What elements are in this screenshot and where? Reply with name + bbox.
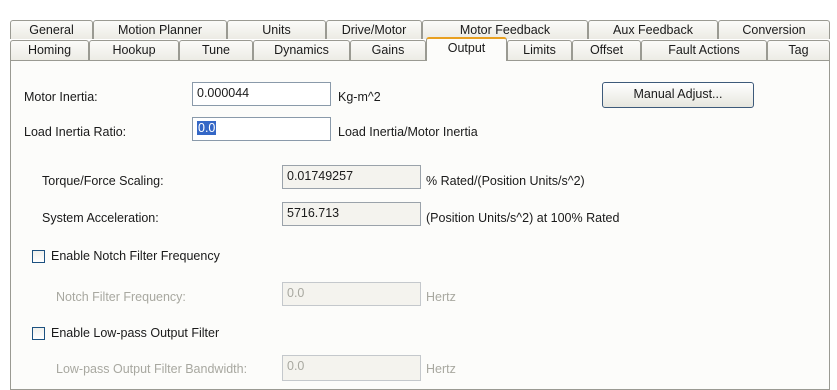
lowpass-bandwidth-value: 0.0 — [287, 359, 305, 373]
notch-filter-checkbox[interactable] — [32, 250, 45, 263]
manual-adjust-button[interactable]: Manual Adjust... — [602, 82, 754, 108]
load-inertia-ratio-value[interactable]: 0.0 — [197, 121, 217, 135]
system-acceleration-unit: (Position Units/s^2) at 100% Rated — [426, 211, 620, 225]
tab-row-top: General Motion Planner Units Drive/Motor… — [10, 20, 830, 40]
load-inertia-ratio-field[interactable]: 0.0 — [192, 117, 331, 141]
load-inertia-ratio-unit: Load Inertia/Motor Inertia — [338, 125, 478, 139]
lowpass-bandwidth-label: Low-pass Output Filter Bandwidth: — [56, 362, 248, 376]
torque-force-scaling-value: 0.01749257 — [287, 169, 354, 183]
notch-filter-checkbox-label[interactable]: Enable Notch Filter Frequency — [51, 248, 220, 264]
tab-drive-motor[interactable]: Drive/Motor — [326, 20, 422, 39]
tab-motion-planner[interactable]: Motion Planner — [93, 20, 227, 39]
tab-row-bottom: Homing Hookup Tune Dynamics Gains Output… — [10, 37, 830, 61]
tab-dynamics[interactable]: Dynamics — [253, 40, 350, 61]
tab-offset[interactable]: Offset — [572, 40, 641, 61]
lowpass-bandwidth-field: 0.0 — [282, 355, 421, 381]
tab-tune[interactable]: Tune — [179, 40, 253, 61]
tab-general[interactable]: General — [10, 20, 93, 39]
system-acceleration-label: System Acceleration: — [42, 211, 159, 225]
motor-inertia-input[interactable] — [197, 86, 326, 100]
tab-conversion[interactable]: Conversion — [718, 20, 830, 39]
tab-output[interactable]: Output — [426, 37, 507, 61]
system-acceleration-value: 5716.713 — [287, 206, 340, 220]
torque-force-scaling-unit: % Rated/(Position Units/s^2) — [426, 174, 585, 188]
lowpass-filter-checkbox[interactable] — [32, 327, 45, 340]
tab-aux-feedback[interactable]: Aux Feedback — [588, 20, 718, 39]
tab-hookup[interactable]: Hookup — [89, 40, 179, 61]
notch-filter-frequency-value: 0.0 — [287, 286, 305, 300]
tab-units[interactable]: Units — [227, 20, 326, 39]
notch-filter-frequency-unit: Hertz — [426, 290, 456, 304]
tab-limits[interactable]: Limits — [507, 40, 572, 61]
torque-force-scaling-label: Torque/Force Scaling: — [42, 174, 164, 188]
system-acceleration-field: 5716.713 — [282, 202, 421, 226]
notch-filter-frequency-label: Notch Filter Frequency: — [56, 290, 186, 304]
lowpass-bandwidth-unit: Hertz — [426, 362, 456, 376]
motor-inertia-unit: Kg-m^2 — [338, 90, 381, 104]
notch-filter-frequency-field: 0.0 — [282, 282, 421, 306]
tab-tag[interactable]: Tag — [767, 40, 830, 61]
lowpass-filter-checkbox-label[interactable]: Enable Low-pass Output Filter — [51, 325, 219, 341]
motor-inertia-field[interactable] — [192, 82, 331, 106]
load-inertia-ratio-label: Load Inertia Ratio: — [24, 125, 127, 139]
tab-fault-actions[interactable]: Fault Actions — [641, 40, 767, 61]
tab-homing[interactable]: Homing — [10, 40, 89, 61]
tab-gains[interactable]: Gains — [350, 40, 426, 61]
motor-inertia-label: Motor Inertia: — [24, 90, 98, 104]
torque-force-scaling-field: 0.01749257 — [282, 165, 421, 189]
